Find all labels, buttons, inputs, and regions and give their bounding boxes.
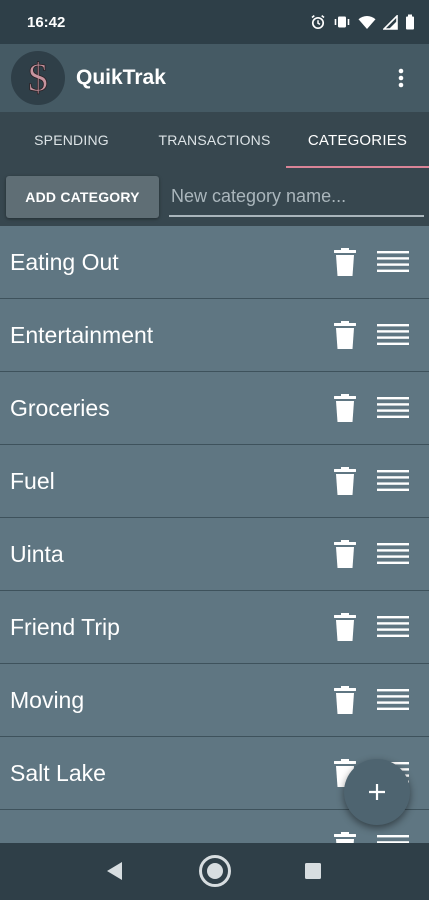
delete-icon[interactable]: [325, 680, 365, 720]
category-name: Salt Lake: [10, 759, 106, 786]
app-title: QuikTrak: [76, 66, 166, 89]
delete-icon[interactable]: [325, 607, 365, 647]
category-item[interactable]: Fuel: [0, 445, 429, 518]
tab-transactions[interactable]: TRANSACTIONS: [143, 112, 286, 168]
status-bar: 16:42: [0, 0, 429, 44]
category-item[interactable]: Entertainment: [0, 299, 429, 372]
cell-signal-icon: [383, 14, 398, 30]
drag-handle-icon[interactable]: [373, 680, 413, 720]
category-name: Moving: [10, 686, 85, 713]
drag-handle-icon[interactable]: [373, 461, 413, 501]
delete-icon[interactable]: [325, 534, 365, 574]
category-item[interactable]: Friend Trip: [0, 591, 429, 664]
system-nav-bar: [0, 843, 429, 900]
wifi-icon: [358, 15, 376, 30]
delete-icon[interactable]: [325, 242, 365, 282]
add-fab-button[interactable]: [344, 759, 410, 825]
category-name: Friend Trip: [10, 613, 120, 640]
drag-handle-icon[interactable]: [373, 826, 413, 843]
delete-icon[interactable]: [325, 388, 365, 428]
dollar-logo-icon: $: [28, 55, 49, 101]
nav-home-button[interactable]: [191, 847, 239, 895]
drag-handle-icon[interactable]: [373, 315, 413, 355]
nav-recents-button[interactable]: [289, 847, 337, 895]
category-item[interactable]: Groceries: [0, 372, 429, 445]
app-logo: $: [11, 51, 65, 105]
delete-icon[interactable]: [325, 315, 365, 355]
tab-bar: SPENDING TRANSACTIONS CATEGORIES: [0, 112, 429, 168]
add-category-button[interactable]: ADD CATEGORY: [6, 176, 159, 218]
back-triangle-icon: [107, 862, 122, 880]
drag-handle-icon[interactable]: [373, 242, 413, 282]
drag-handle-icon[interactable]: [373, 607, 413, 647]
drag-handle-icon[interactable]: [373, 388, 413, 428]
status-time: 16:42: [27, 13, 66, 31]
tab-categories[interactable]: CATEGORIES: [286, 112, 429, 168]
alarm-icon: [310, 14, 326, 30]
category-name: Fuel: [10, 467, 55, 494]
battery-icon: [405, 14, 415, 30]
tab-spending[interactable]: SPENDING: [0, 112, 143, 168]
category-name: Eating Out: [10, 248, 119, 275]
category-item[interactable]: Eating Out: [0, 226, 429, 299]
add-category-row: ADD CATEGORY: [0, 168, 429, 226]
category-name: Groceries: [10, 394, 110, 421]
home-circle-icon: [199, 855, 231, 887]
status-icons: [310, 14, 415, 30]
category-name: Entertainment: [10, 321, 154, 348]
category-list[interactable]: Eating Out Entertainment Groceries Fuel …: [0, 226, 429, 843]
drag-handle-icon[interactable]: [373, 534, 413, 574]
app-bar: $ QuikTrak: [0, 44, 429, 112]
plus-icon: [369, 784, 385, 800]
delete-icon[interactable]: [325, 461, 365, 501]
svg-text:$: $: [28, 55, 48, 100]
recents-square-icon: [305, 863, 321, 879]
new-category-name-input[interactable]: [169, 177, 424, 217]
more-vert-icon: [398, 68, 404, 88]
category-item[interactable]: Moving: [0, 664, 429, 737]
category-item[interactable]: Uinta: [0, 518, 429, 591]
category-name: Uinta: [10, 540, 64, 567]
delete-icon[interactable]: [325, 826, 365, 843]
vibrate-icon: [333, 14, 351, 30]
overflow-menu-button[interactable]: [377, 54, 425, 102]
nav-back-button[interactable]: [91, 847, 139, 895]
